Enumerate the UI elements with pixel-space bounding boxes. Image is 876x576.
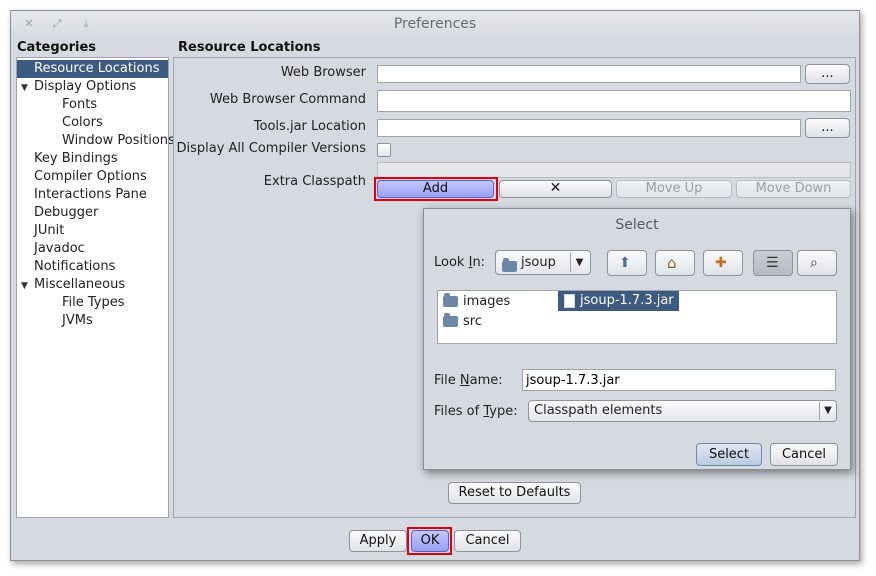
tree-item-window-positions[interactable]: Window Positions [17,132,175,150]
tree-item-fonts[interactable]: Fonts [17,96,168,114]
tools-jar-label: Tools.jar Location [253,119,366,134]
web-browser-label: Web Browser [280,65,366,80]
file-name-field[interactable] [522,369,836,391]
file-name-label: File Name: [434,373,503,388]
window-title: Preferences [393,16,477,32]
tree-item-resource-locations[interactable]: Resource Locations [17,60,168,78]
files-of-type-label: Files of Type: [434,404,518,419]
files-of-type-value: Classpath elements [534,403,663,418]
tree-item-javadoc[interactable]: Javadoc [17,240,168,258]
tree-item-notifications[interactable]: Notifications [17,258,168,276]
categories-heading: Categories [17,40,97,55]
tree-item-label: Fonts [62,97,98,112]
move-up-button[interactable]: Move Up [616,180,732,198]
web-browser-command-field[interactable] [377,90,851,112]
tree-item-label: Javadoc [34,241,85,256]
close-x-icon: ✕ [549,180,562,196]
dialog-cancel-button[interactable]: Cancel [770,443,838,466]
web-browser-browse-button[interactable]: ... [805,64,850,84]
tree-item-label: Window Positions [62,133,175,148]
list-item[interactable]: images [443,293,510,309]
home-button[interactable]: ⌂ [655,250,695,276]
apply-button[interactable]: Apply [349,530,407,552]
home-icon: ⌂ [667,254,677,272]
folder-icon [443,293,458,307]
tree-item-junit[interactable]: JUnit [17,222,168,240]
ok-button[interactable]: OK [411,530,449,552]
tree-item-display-options[interactable]: ▼ Display Options [17,78,168,96]
expand-arrow-icon[interactable]: ▼ [21,277,31,295]
tree-item-label: JUnit [34,223,65,238]
list-view-icon: ☰ [766,255,779,271]
move-down-button[interactable]: Move Down [736,180,851,198]
panel-heading: Resource Locations [178,40,321,55]
file-icon [564,293,575,308]
tree-item-colors[interactable]: Colors [17,114,168,132]
remove-button[interactable]: ✕ [499,180,612,198]
tree-item-file-types[interactable]: File Types [17,294,168,312]
tree-item-label: Resource Locations [34,61,160,76]
tree-item-label: Colors [62,115,103,130]
expand-arrow-icon[interactable]: ▼ [21,79,31,97]
tree-item-label: Interactions Pane [34,187,147,202]
title-bar: ✕ ⤢ ⤓ Preferences [11,11,859,39]
reset-to-defaults-button[interactable]: Reset to Defaults [448,482,581,504]
tree-item-label: Notifications [34,259,116,274]
preferences-window: ✕ ⤢ ⤓ Preferences Categories Resource Lo… [10,10,860,561]
select-button[interactable]: Select [696,443,762,466]
tools-jar-field[interactable] [377,119,801,137]
web-browser-command-label: Web Browser Command [209,92,366,107]
tree-item-debugger[interactable]: Debugger [17,204,168,222]
tree-item-compiler-options[interactable]: Compiler Options [17,168,168,186]
look-in-label: Look In: [434,255,486,270]
cancel-button[interactable]: Cancel [454,530,521,552]
tree-item-label: Compiler Options [34,169,147,184]
tree-item-label: Miscellaneous [34,277,126,292]
tree-item-key-bindings[interactable]: Key Bindings [17,150,168,168]
tree-item-interactions-pane[interactable]: Interactions Pane [17,186,168,204]
details-view-icon: ⌕ [810,255,818,271]
folder-icon [502,258,517,272]
extra-classpath-label: Extra Classpath [263,174,366,189]
dialog-title: Select [615,217,659,233]
folder-icon [443,313,458,327]
compiler-versions-label: Display All Compiler Versions [176,141,366,156]
details-view-button[interactable]: ⌕ [797,250,837,276]
web-browser-field[interactable] [377,65,801,83]
new-folder-button[interactable]: ✚ [703,250,743,276]
tree-item-miscellaneous[interactable]: ▼ Miscellaneous [17,276,168,294]
tree-item-label: Debugger [34,205,99,220]
new-folder-icon: ✚ [715,255,727,271]
list-item-selected[interactable]: jsoup-1.7.3.jar [558,291,679,311]
compiler-versions-checkbox[interactable] [377,143,391,157]
tree-item-label: Key Bindings [34,151,118,166]
look-in-value: jsoup [521,255,556,270]
up-folder-button[interactable]: ⬆ [607,250,647,276]
tree-item-label: JVMs [62,313,93,328]
look-in-combo[interactable]: jsoup ▼ [495,250,591,275]
tree-item-jvms[interactable]: JVMs [17,312,168,330]
list-item[interactable]: src [443,313,482,329]
tools-jar-browse-button[interactable]: ... [805,118,850,138]
add-button[interactable]: Add [377,180,494,198]
classpath-list[interactable] [377,162,851,178]
file-list[interactable]: images src jsoup-1.7.3.jar [437,290,837,344]
chevron-down-icon: ▼ [570,253,588,272]
files-of-type-combo[interactable]: Classpath elements ▼ [528,400,837,422]
tree-item-label: File Types [62,295,125,310]
tree-item-label: Display Options [34,79,137,94]
chevron-down-icon: ▼ [819,402,836,420]
up-folder-icon: ⬆ [619,255,631,271]
list-view-button[interactable]: ☰ [753,250,793,276]
select-file-dialog: Select Look In: jsoup ▼ ⬆ ⌂ ✚ ☰ ⌕ images… [423,208,851,470]
categories-tree[interactable]: Resource Locations ▼ Display Options Fonts C… [16,57,175,518]
